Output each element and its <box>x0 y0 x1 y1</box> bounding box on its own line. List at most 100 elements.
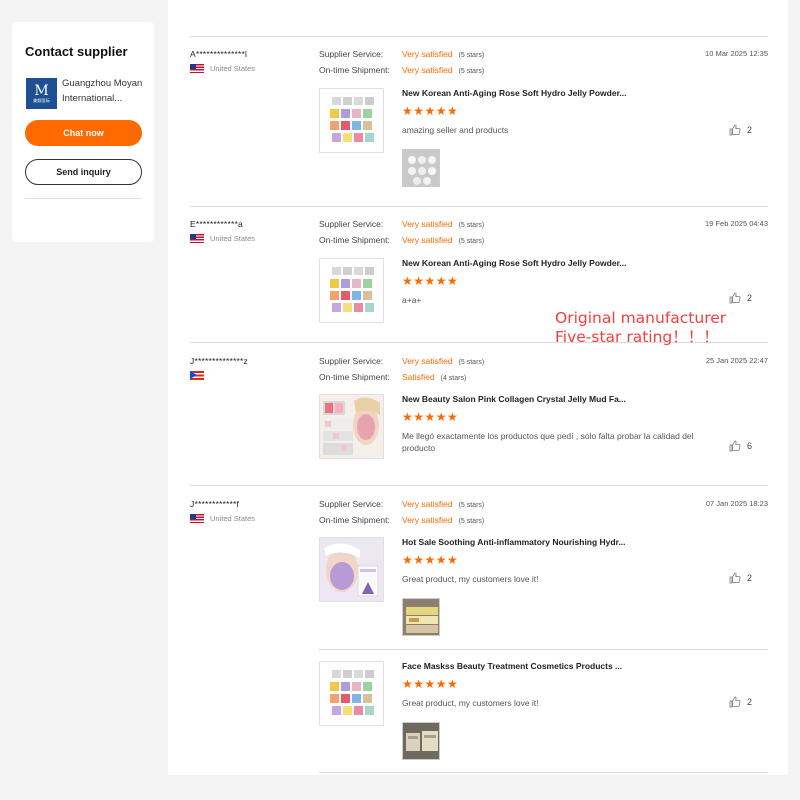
like-count: 2 <box>746 697 752 707</box>
buyer-name: A**************l <box>190 49 248 59</box>
metric-value: Very satisfied <box>402 219 453 229</box>
metric-value: Satisfied <box>402 372 435 382</box>
buyer-name: J************f <box>190 499 240 509</box>
star-rating: ★★★★★ <box>402 410 459 424</box>
review-date: 10 Mar 2025 12:35 <box>705 49 768 58</box>
product-title-link[interactable]: New Korean Anti-Aging Rose Soft Hydro Je… <box>402 88 627 98</box>
metric-value: Very satisfied <box>402 356 453 366</box>
shipment-rating: On-time Shipment: Very satisfied (5 star… <box>319 65 484 75</box>
product-title-link[interactable]: New Beauty Salon Pink Collagen Crystal J… <box>402 394 626 404</box>
like-count: 2 <box>746 125 752 135</box>
supplier-service-rating: Supplier Service: Very satisfied (5 star… <box>319 219 484 229</box>
review-date: 19 Feb 2025 04:43 <box>705 219 768 228</box>
buyer-country <box>190 371 210 380</box>
thumbs-up-icon <box>729 696 741 708</box>
buyer-name: E************a <box>190 219 243 229</box>
company-logo: M 美颜国际 <box>26 78 57 109</box>
country-name: United States <box>210 234 256 243</box>
like-count: 2 <box>746 293 752 303</box>
company-name-line2: International... <box>62 93 123 104</box>
metric-stars: (5 stars) <box>458 359 485 366</box>
metric-label: On-time Shipment: <box>319 235 390 245</box>
review-comment: Great product, my customers love it! <box>402 698 539 708</box>
product-thumbnail[interactable] <box>319 258 384 323</box>
supplier-service-rating: Supplier Service: Very satisfied (5 star… <box>319 49 484 59</box>
like-count: 6 <box>746 441 752 451</box>
helpful-button[interactable]: 6 <box>729 440 752 452</box>
helpful-button[interactable]: 2 <box>729 292 752 304</box>
metric-label: Supplier Service: <box>319 356 384 366</box>
review-photo[interactable] <box>402 149 440 187</box>
metric-label: On-time Shipment: <box>319 515 390 525</box>
us-flag-icon <box>190 514 204 523</box>
us-flag-icon <box>190 64 204 73</box>
buyer-country: United States <box>190 64 255 73</box>
metric-stars: (4 stars) <box>440 375 467 382</box>
thumbs-up-icon <box>729 292 741 304</box>
reviews-panel: A**************l United States Supplier … <box>168 0 788 775</box>
buyer-country: United States <box>190 234 255 243</box>
overlay-line2: Five-star rating！！！ <box>555 328 719 346</box>
metric-label: On-time Shipment: <box>319 372 390 382</box>
review-date: 25 Jan 2025 22:47 <box>705 356 768 365</box>
divider <box>190 36 768 37</box>
metric-stars: (5 stars) <box>458 52 485 59</box>
metric-stars: (5 stars) <box>458 222 485 229</box>
divider <box>319 772 768 773</box>
us-flag-icon <box>190 234 204 243</box>
helpful-button[interactable]: 2 <box>729 124 752 136</box>
supplier-company[interactable]: M 美颜国际 Guangzhou Moyan International... <box>26 76 146 110</box>
metric-label: Supplier Service: <box>319 49 384 59</box>
review-date: 07 Jan 2025 18:23 <box>705 499 768 508</box>
product-title-link[interactable]: Hot Sale Soothing Anti-inflammatory Nour… <box>402 537 626 547</box>
review-photo[interactable] <box>402 598 440 636</box>
thumbs-up-icon <box>729 572 741 584</box>
divider <box>190 206 768 207</box>
overlay-line1: Original manufacturer <box>555 309 727 327</box>
product-thumbnail[interactable] <box>319 537 384 602</box>
review-comment: Great product, my customers love it! <box>402 574 539 584</box>
country-name: United States <box>210 64 256 73</box>
supplier-service-rating: Supplier Service: Very satisfied (5 star… <box>319 356 484 366</box>
metric-label: Supplier Service: <box>319 499 384 509</box>
contact-supplier-title: Contact supplier <box>25 44 128 59</box>
shipment-rating: On-time Shipment: Satisfied (4 stars) <box>319 372 466 382</box>
review-comment: a+a+ <box>402 295 422 305</box>
metric-value: Very satisfied <box>402 65 453 75</box>
company-name[interactable]: Guangzhou Moyan International... <box>62 76 150 106</box>
like-count: 2 <box>746 573 752 583</box>
metric-stars: (5 stars) <box>458 238 485 245</box>
puerto-rico-flag-icon <box>190 371 204 380</box>
product-title-link[interactable]: Face Maskss Beauty Treatment Cosmetics P… <box>402 661 622 671</box>
review-comment: Me llegó exactamente los productos que p… <box>402 431 694 453</box>
metric-label: Supplier Service: <box>319 219 384 229</box>
metric-value: Very satisfied <box>402 235 453 245</box>
metric-stars: (5 stars) <box>458 502 485 509</box>
product-thumbnail[interactable] <box>319 394 384 459</box>
shipment-rating: On-time Shipment: Very satisfied (5 star… <box>319 235 484 245</box>
metric-stars: (5 stars) <box>458 68 485 75</box>
review-photo[interactable] <box>402 722 440 760</box>
review-comment: amazing seller and products <box>402 125 509 135</box>
logo-letter: M <box>34 83 49 99</box>
product-thumbnail[interactable] <box>319 661 384 726</box>
company-name-line1: Guangzhou Moyan <box>62 78 143 89</box>
supplier-service-rating: Supplier Service: Very satisfied (5 star… <box>319 499 484 509</box>
buyer-country: United States <box>190 514 255 523</box>
star-rating: ★★★★★ <box>402 553 459 567</box>
helpful-button[interactable]: 2 <box>729 572 752 584</box>
metric-value: Very satisfied <box>402 515 453 525</box>
product-title-link[interactable]: New Korean Anti-Aging Rose Soft Hydro Je… <box>402 258 627 268</box>
metric-value: Very satisfied <box>402 499 453 509</box>
star-rating: ★★★★★ <box>402 677 459 691</box>
product-thumbnail[interactable] <box>319 88 384 153</box>
country-name: United States <box>210 514 256 523</box>
metric-label: On-time Shipment: <box>319 65 390 75</box>
contact-supplier-card: Contact supplier M 美颜国际 Guangzhou Moyan … <box>12 22 154 242</box>
chat-now-button[interactable]: Chat now <box>25 120 142 146</box>
divider <box>190 485 768 486</box>
send-inquiry-button[interactable]: Send inquiry <box>25 159 142 185</box>
thumbs-up-icon <box>729 440 741 452</box>
logo-subtext: 美颜国际 <box>33 98 50 103</box>
helpful-button[interactable]: 2 <box>729 696 752 708</box>
